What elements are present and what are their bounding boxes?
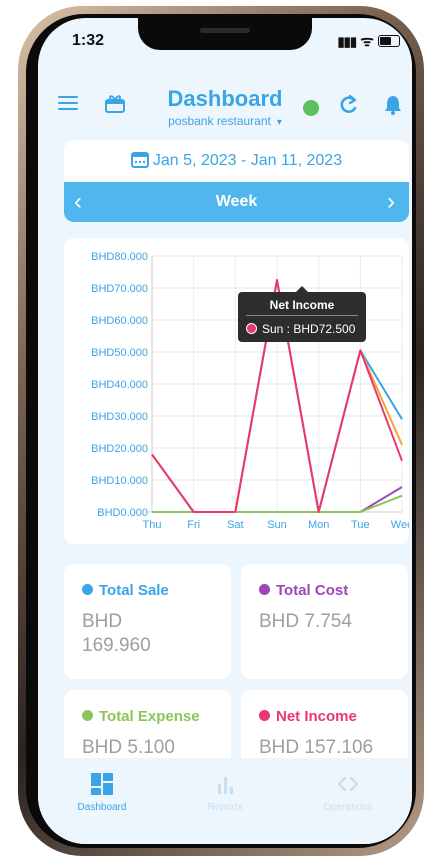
x-tick-label: Tue — [351, 519, 370, 531]
tooltip-row: Sun : BHD72.500 — [246, 322, 355, 336]
app-screen: 1:32 ▮▮▮ ᯤ Dashboard posbank restaurant ▾… — [38, 18, 412, 844]
line-chart: BHD0.000 BHD10.000 BHD20.000 BHD30.000 BHD40… — [91, 251, 409, 531]
x-tick-label: Wed — [391, 519, 409, 531]
y-tick-label: BHD70.000 — [91, 283, 148, 295]
stat-card-total-cost[interactable]: Total Cost BHD 7.754 — [241, 564, 408, 679]
restaurant-name: posbank restaurant — [168, 114, 271, 128]
stat-card-total-sale[interactable]: Total Sale BHD 169.960 — [64, 564, 231, 679]
y-tick-label: BHD80.000 — [91, 251, 148, 263]
caret-down-icon: ▾ — [276, 117, 282, 128]
period-label[interactable]: Week — [64, 193, 409, 211]
status-time: 1:32 — [72, 32, 105, 49]
y-tick-label: BHD0.000 — [97, 507, 148, 519]
y-tick-label: BHD30.000 — [91, 411, 148, 423]
stat-value: BHD 157.106 — [259, 737, 374, 758]
stat-value: BHD 7.754 — [259, 611, 352, 632]
date-range-card: Jan 5, 2023 - Jan 11, 2023 ‹ Week › — [64, 140, 409, 222]
tab-label: Dashboard — [77, 802, 127, 813]
notch — [138, 18, 312, 50]
bar-chart-icon — [175, 772, 275, 796]
stat-label: Total Sale — [82, 582, 169, 599]
stat-label-text: Total Expense — [99, 708, 200, 725]
stat-dot — [259, 710, 270, 721]
stat-value: BHD 169.960 — [82, 611, 151, 656]
stat-dot — [82, 584, 93, 595]
bottom-tab-bar: Dashboard Reports Operations — [38, 758, 412, 844]
tab-reports[interactable]: Reports — [175, 772, 275, 813]
speaker — [200, 28, 250, 33]
tab-label: Reports — [207, 802, 243, 813]
stat-value: BHD 5.100 — [82, 737, 175, 758]
tooltip-title: Net Income — [269, 298, 335, 312]
y-tick-label: BHD10.000 — [91, 475, 148, 487]
stat-label-text: Net Income — [276, 708, 357, 725]
refresh-icon[interactable] — [338, 94, 358, 121]
app-header: Dashboard posbank restaurant ▾ — [38, 70, 412, 130]
stat-label: Net Income — [259, 708, 357, 725]
x-tick-label: Mon — [308, 519, 329, 531]
stat-dot — [259, 584, 270, 595]
period-bar: ‹ Week › — [64, 182, 409, 222]
x-tick-label: Fri — [187, 519, 200, 531]
dashboard-icon — [52, 772, 152, 796]
calendar-icon — [130, 150, 149, 173]
bell-icon[interactable] — [384, 94, 402, 121]
tooltip-color-dot — [246, 323, 257, 334]
wifi-icon: ᯤ — [360, 33, 374, 50]
y-tick-label: BHD20.000 — [91, 443, 148, 455]
tab-operations[interactable]: Operations — [298, 772, 398, 813]
stat-label-text: Total Cost — [276, 582, 349, 599]
tooltip-divider — [246, 315, 358, 316]
battery-icon — [378, 35, 400, 47]
stat-label: Total Cost — [259, 582, 348, 599]
code-brackets-icon — [298, 772, 398, 796]
tab-dashboard[interactable]: Dashboard — [52, 772, 152, 813]
y-tick-label: BHD40.000 — [91, 379, 148, 391]
date-range-text: Jan 5, 2023 - Jan 11, 2023 — [152, 152, 343, 169]
chart-tooltip: Net Income Sun : BHD72.500 — [238, 286, 366, 342]
online-status-indicator — [303, 100, 319, 116]
x-tick-label: Thu — [143, 519, 162, 531]
date-range[interactable]: Jan 5, 2023 - Jan 11, 2023 — [64, 150, 409, 173]
net-income-chart: BHD0.000 BHD10.000 BHD20.000 BHD30.000 BHD40… — [64, 238, 409, 544]
stat-dot — [82, 710, 93, 721]
y-tick-label: BHD60.000 — [91, 315, 148, 327]
stat-label-text: Total Sale — [99, 582, 169, 599]
tab-label: Operations — [323, 802, 373, 813]
signal-icon: ▮▮▮ — [337, 34, 357, 49]
x-tick-label: Sat — [227, 519, 244, 531]
y-tick-label: BHD50.000 — [91, 347, 148, 359]
stat-label: Total Expense — [82, 708, 200, 725]
next-period-button[interactable]: › — [387, 188, 395, 216]
x-tick-label: Sun — [267, 519, 287, 531]
tooltip-text: Sun : BHD72.500 — [262, 322, 356, 336]
